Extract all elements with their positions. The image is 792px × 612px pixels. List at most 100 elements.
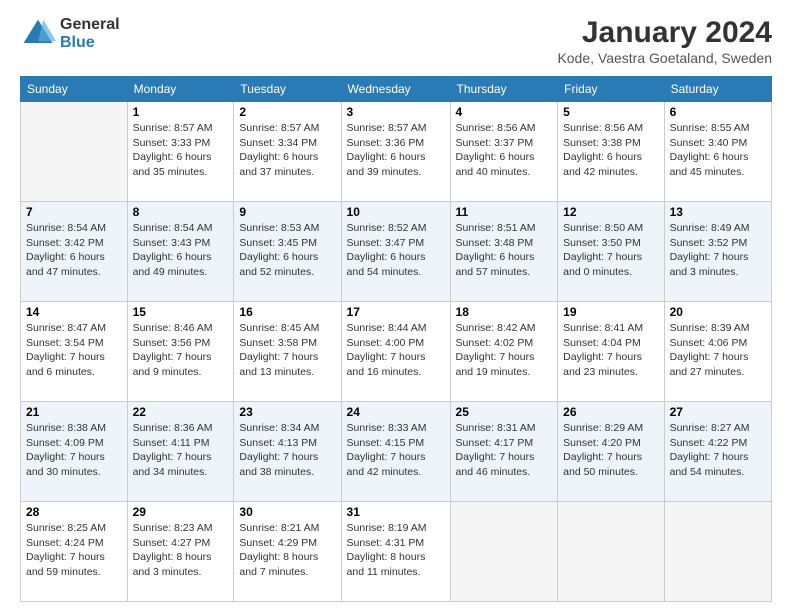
daylight: Daylight: 6 hours and 37 minutes.	[239, 151, 318, 178]
sunset: Sunset: 3:33 PM	[133, 137, 211, 149]
day-info: Sunrise: 8:44 AMSunset: 4:00 PMDaylight:…	[347, 321, 445, 380]
sunset: Sunset: 4:06 PM	[670, 337, 748, 349]
table-row	[450, 502, 558, 602]
header: General Blue January 2024 Kode, Vaestra …	[20, 16, 772, 66]
page: General Blue January 2024 Kode, Vaestra …	[0, 0, 792, 612]
day-info: Sunrise: 8:21 AMSunset: 4:29 PMDaylight:…	[239, 521, 335, 580]
day-number: 14	[26, 305, 122, 319]
daylight: Daylight: 6 hours and 40 minutes.	[456, 151, 535, 178]
sunrise: Sunrise: 8:56 AM	[456, 122, 536, 134]
day-info: Sunrise: 8:50 AMSunset: 3:50 PMDaylight:…	[563, 221, 658, 280]
day-info: Sunrise: 8:41 AMSunset: 4:04 PMDaylight:…	[563, 321, 658, 380]
day-number: 31	[347, 505, 445, 519]
day-number: 13	[670, 205, 766, 219]
sunset: Sunset: 4:22 PM	[670, 437, 748, 449]
sunset: Sunset: 4:29 PM	[239, 537, 317, 549]
sunset: Sunset: 4:02 PM	[456, 337, 534, 349]
table-row: 30 Sunrise: 8:21 AMSunset: 4:29 PMDayligh…	[234, 502, 341, 602]
table-row: 22Sunrise: 8:36 AMSunset: 4:11 PMDayligh…	[127, 402, 234, 502]
table-row: 21Sunrise: 8:38 AMSunset: 4:09 PMDayligh…	[21, 402, 128, 502]
day-info: Sunrise: 8:55 AM Sunset: 3:40 PM Daylight:…	[670, 121, 766, 180]
table-row: 10Sunrise: 8:52 AMSunset: 3:47 PMDayligh…	[341, 202, 450, 302]
sunrise: Sunrise: 8:56 AM	[563, 122, 643, 134]
table-row: 1Sunrise: 8:57 AMSunset: 3:33 PMDaylight…	[127, 102, 234, 202]
main-title: January 2024	[557, 16, 772, 50]
table-row: 5Sunrise: 8:56 AMSunset: 3:38 PMDaylight…	[558, 102, 664, 202]
table-row: 28Sunrise: 8:25 AMSunset: 4:24 PMDayligh…	[21, 502, 128, 602]
calendar-header-row: Sunday Monday Tuesday Wednesday Thursday…	[21, 77, 772, 102]
day-info: Sunrise: 8:39 AMSunset: 4:06 PMDaylight:…	[670, 321, 766, 380]
daylight: Daylight: 7 hours and 16 minutes.	[347, 351, 426, 378]
sunrise: Sunrise: 8:54 AM	[133, 222, 213, 234]
table-row: 15Sunrise: 8:46 AMSunset: 3:56 PMDayligh…	[127, 302, 234, 402]
table-row: 26Sunrise: 8:29 AMSunset: 4:20 PMDayligh…	[558, 402, 664, 502]
day-number: 17	[347, 305, 445, 319]
daylight: Daylight: 8 hours and 11 minutes.	[347, 551, 426, 578]
sunset: Sunset: 4:00 PM	[347, 337, 425, 349]
day-info: Sunrise: 8:57 AMSunset: 3:36 PMDaylight:…	[347, 121, 445, 180]
logo: General Blue	[20, 16, 120, 52]
day-number: 1	[133, 105, 229, 119]
sunset: Sunset: 3:42 PM	[26, 237, 104, 249]
daylight: Daylight: 7 hours and 30 minutes.	[26, 451, 105, 478]
sunset: Sunset: 3:50 PM	[563, 237, 641, 249]
sunset: Sunset: 3:48 PM	[456, 237, 534, 249]
sunrise: Sunrise: 8:55 AM	[670, 122, 750, 134]
daylight: Daylight: 7 hours and 6 minutes.	[26, 351, 105, 378]
sunrise: Sunrise: 8:49 AM	[670, 222, 750, 234]
sunset: Sunset: 4:15 PM	[347, 437, 425, 449]
col-sunday: Sunday	[21, 77, 128, 102]
day-info: Sunrise: 8:54 AMSunset: 3:43 PMDaylight:…	[133, 221, 229, 280]
table-row: 24Sunrise: 8:33 AMSunset: 4:15 PMDayligh…	[341, 402, 450, 502]
table-row	[558, 502, 664, 602]
table-row: 19Sunrise: 8:41 AMSunset: 4:04 PMDayligh…	[558, 302, 664, 402]
daylight: Daylight: 6 hours and 39 minutes.	[347, 151, 426, 178]
table-row: 14 Sunrise: 8:47 AMSunset: 3:54 PMDayligh…	[21, 302, 128, 402]
sunset: Sunset: 4:31 PM	[347, 537, 425, 549]
table-row: 6 Sunrise: 8:55 AM Sunset: 3:40 PM Daylight…	[664, 102, 771, 202]
day-info: Sunrise: 8:56 AMSunset: 3:37 PMDaylight:…	[456, 121, 553, 180]
sunrise: Sunrise: 8:29 AM	[563, 422, 643, 434]
col-tuesday: Tuesday	[234, 77, 341, 102]
day-info: Sunrise: 8:49 AMSunset: 3:52 PMDaylight:…	[670, 221, 766, 280]
daylight: Daylight: 7 hours and 50 minutes.	[563, 451, 642, 478]
day-number: 2	[239, 105, 335, 119]
daylight: Daylight: 7 hours and 3 minutes.	[670, 251, 749, 278]
calendar-week-row: 1 Sunrise: 8:57 AM Sunset: 3:33 PM Daylight…	[21, 102, 772, 202]
day-number: 8	[133, 205, 229, 219]
day-info: Sunrise: 8:46 AMSunset: 3:56 PMDaylight:…	[133, 321, 229, 380]
day-info: Sunrise: 8:54 AMSunset: 3:42 PMDaylight:…	[26, 221, 122, 280]
sunrise: Sunrise: 8:52 AM	[347, 222, 427, 234]
table-row: 12Sunrise: 8:50 AMSunset: 3:50 PMDayligh…	[558, 202, 664, 302]
day-number: 25	[456, 405, 553, 419]
table-row: 29Sunrise: 8:23 AMSunset: 4:27 PMDayligh…	[127, 502, 234, 602]
day-number: 23	[239, 405, 335, 419]
sunrise: Sunrise: 8:31 AM	[456, 422, 536, 434]
table-row: 11Sunrise: 8:51 AMSunset: 3:48 PMDayligh…	[450, 202, 558, 302]
daylight: Daylight: 7 hours and 13 minutes.	[239, 351, 318, 378]
sunset: Sunset: 3:47 PM	[347, 237, 425, 249]
daylight: Daylight: 6 hours and 45 minutes.	[670, 151, 749, 178]
sunrise: Sunrise: 8:54 AM	[26, 222, 106, 234]
sunset: Sunset: 3:56 PM	[133, 337, 211, 349]
daylight: Daylight: 7 hours and 9 minutes.	[133, 351, 212, 378]
sunset: Sunset: 4:24 PM	[26, 537, 104, 549]
day-number: 30	[239, 505, 335, 519]
day-number: 6	[670, 105, 766, 119]
table-row: 16Sunrise: 8:45 AMSunset: 3:58 PMDayligh…	[234, 302, 341, 402]
logo-blue: Blue	[60, 34, 120, 52]
sunset: Sunset: 4:17 PM	[456, 437, 534, 449]
daylight: Daylight: 7 hours and 0 minutes.	[563, 251, 642, 278]
sunrise: Sunrise: 8:57 AM	[347, 122, 427, 134]
table-row: 4Sunrise: 8:56 AMSunset: 3:37 PMDaylight…	[450, 102, 558, 202]
col-thursday: Thursday	[450, 77, 558, 102]
day-info: Sunrise: 8:47 AMSunset: 3:54 PMDaylight:…	[26, 321, 122, 380]
day-number: 26	[563, 405, 658, 419]
day-number: 21	[26, 405, 122, 419]
sunset: Sunset: 4:11 PM	[133, 437, 210, 449]
sunset: Sunset: 4:09 PM	[26, 437, 104, 449]
sunrise: Sunrise: 8:57 AM	[239, 122, 319, 134]
sunset: Sunset: 3:40 PM	[670, 137, 748, 149]
day-info: Sunrise: 8:31 AMSunset: 4:17 PMDaylight:…	[456, 421, 553, 480]
table-row	[664, 502, 771, 602]
